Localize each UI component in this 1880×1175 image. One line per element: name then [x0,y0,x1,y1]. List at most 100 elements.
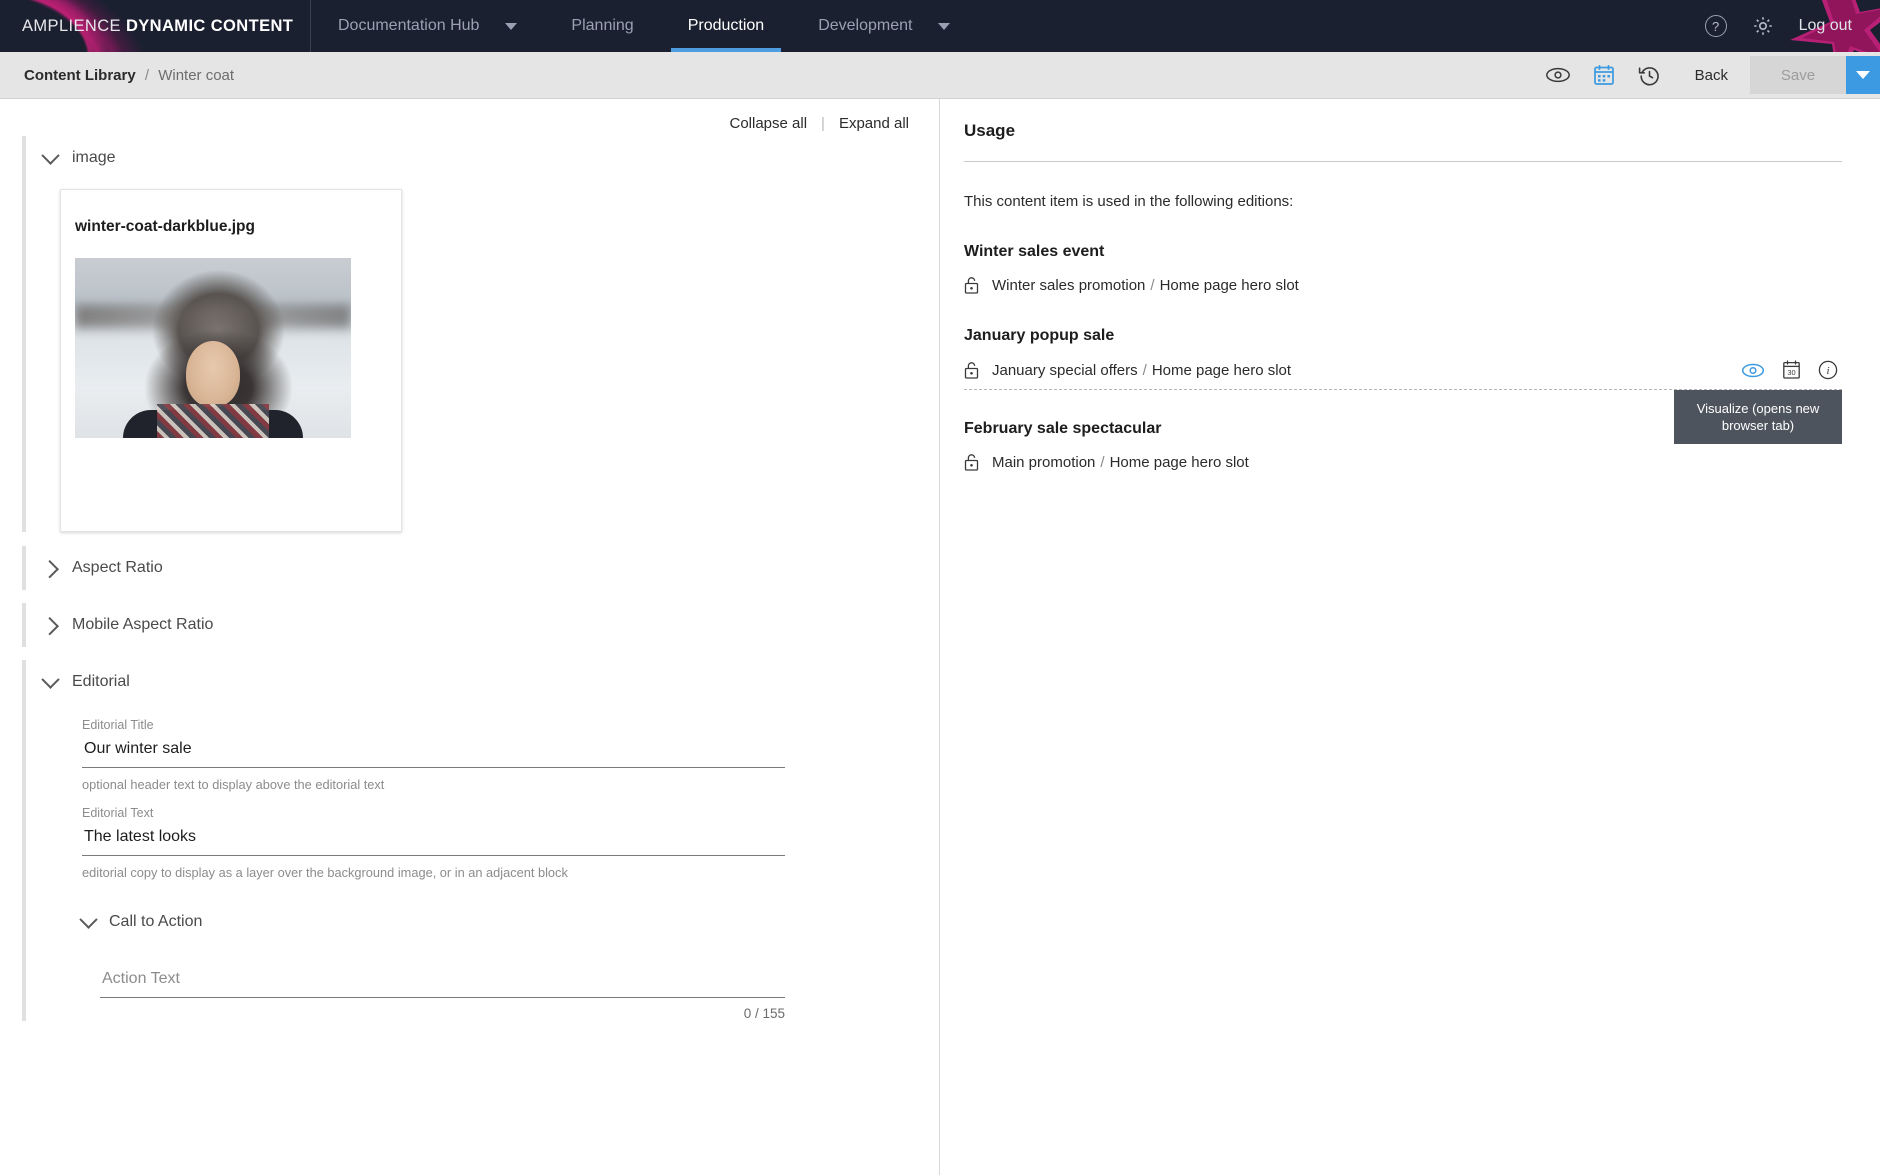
breadcrumb: Content Library / Winter coat [24,67,234,84]
chevron-down-icon [41,669,60,689]
thumbnail-scarf [157,404,269,438]
save-button[interactable]: Save [1750,56,1846,94]
edition-block: Winter sales event Winter sales promotio… [964,243,1842,294]
nav-label-development: Development [818,17,913,34]
back-button[interactable]: Back [1673,67,1750,84]
edition-name: January popup sale [964,327,1115,344]
unlock-icon [964,454,979,471]
brand-amplience: AMPLIENCE [22,16,126,35]
brand-title: AMPLIENCE DYNAMIC CONTENT [22,17,293,36]
edition-slot-edition: Main promotion [992,453,1096,471]
edition-slot-text: January special offers / Home page hero sl… [992,362,1291,379]
svg-text:30: 30 [1787,368,1795,377]
collapse-all-link[interactable]: Collapse all [729,115,807,132]
field-label-editorial-title: Editorial Title [82,718,154,732]
section-editorial-header[interactable]: Editorial [41,660,939,704]
main-nav-items: Documentation Hub Planning Production De… [311,0,977,52]
svg-text:i: i [1826,365,1829,377]
calendar-icon[interactable] [1581,64,1627,86]
chevron-down-icon [41,145,60,165]
field-help-editorial-text: editorial copy to display as a layer ove… [82,865,568,880]
usage-intro-text: This content item is used in the followi… [964,193,1294,210]
nav-item-documentation-hub[interactable]: Documentation Hub [311,0,544,52]
thumbnail-background-band [75,304,351,329]
nav-label-planning: Planning [571,17,634,34]
section-mobile-aspect-ratio-header[interactable]: Mobile Aspect Ratio [40,603,939,647]
usage-title: Usage [964,121,1016,140]
logout-button[interactable]: Log out [1799,17,1852,35]
breadcrumb-separator: / [144,66,150,84]
chevron-down-icon[interactable] [505,22,518,30]
chevron-down-icon [1856,71,1870,79]
section-aspect-ratio: Aspect Ratio [22,546,939,590]
edition-slot-name: Home page hero slot [1109,453,1249,471]
info-icon[interactable]: i [1818,360,1838,380]
unlock-icon [964,362,979,379]
edition-name: Winter sales event [964,243,1105,260]
breadcrumb-current-item: Winter coat [158,66,235,84]
field-label-editorial-text: Editorial Text [82,806,154,820]
slot-separator: / [1100,453,1105,471]
brand-logo[interactable]: AMPLIENCE DYNAMIC CONTENT [0,0,311,52]
editorial-text-input[interactable] [82,826,785,856]
chevron-down-icon[interactable] [938,22,951,30]
breadcrumb-content-library[interactable]: Content Library [24,67,136,84]
edition-slot-row[interactable]: January special offers / Home page hero sl… [964,360,1842,444]
edition-slot-row[interactable]: Main promotion / Home page hero slot [964,453,1842,471]
help-circle-icon[interactable]: ? [1704,15,1727,37]
collapse-expand-controls: Collapse all | Expand all [0,99,939,136]
section-mobile-aspect-ratio-title: Mobile Aspect Ratio [72,616,214,633]
section-aspect-ratio-header[interactable]: Aspect Ratio [40,546,939,590]
section-aspect-ratio-title: Aspect Ratio [72,559,163,576]
edition-slot-edition: Winter sales promotion [992,276,1146,294]
edition-slot-actions: 30 i [1741,360,1838,380]
brand-dynamic-content: DYNAMIC CONTENT [125,16,294,35]
field-help-editorial-title: optional header text to display above th… [82,777,385,792]
chevron-right-icon [40,559,59,578]
section-image: image winter-coat-darkblue.jpg [22,136,939,532]
nav-label-production: Production [687,17,765,34]
visualize-tooltip: Visualize (opens new browser tab) [1674,390,1842,444]
usage-pane: Usage This content item is used in the f… [940,99,1880,1175]
edition-slot-text: Main promotion / Home page hero slot [992,454,1249,471]
image-asset-card[interactable]: winter-coat-darkblue.jpg [60,189,402,532]
action-text-input[interactable] [100,968,785,998]
gear-icon[interactable] [1751,14,1775,38]
subbar-actions: Back Save [1535,52,1880,98]
editorial-title-input[interactable] [82,738,785,768]
topbar-actions: ? Log out [1704,0,1880,52]
preview-eye-icon[interactable] [1535,66,1581,84]
chevron-right-icon [40,616,59,635]
save-dropdown-button[interactable] [1846,56,1880,94]
visualize-eye-icon[interactable] [1741,362,1765,379]
action-text-counter: 0 / 155 [743,1006,785,1021]
section-image-header[interactable]: image [41,136,939,180]
edition-block: January popup sale January special offer… [964,327,1842,444]
nav-item-production[interactable]: Production [661,0,792,52]
section-editorial: Editorial Editorial Title optional heade… [22,660,939,1021]
top-navigation-bar: AMPLIENCE DYNAMIC CONTENT Documentation … [0,0,1880,52]
edition-slot-name: Home page hero slot [1151,361,1292,379]
field-action-text [100,968,785,998]
chevron-down-icon [79,909,98,929]
breadcrumb-bar: Content Library / Winter coat Back Save [0,52,1880,99]
main-content: Collapse all | Expand all image winter-c… [0,99,1880,1175]
nav-item-development[interactable]: Development [791,0,977,52]
section-call-to-action-header[interactable]: Call to Action [79,906,939,938]
slot-separator: / [1142,361,1147,379]
section-editorial-title: Editorial [72,673,130,690]
edition-slot-edition: January special offers [992,361,1138,379]
expand-all-link[interactable]: Expand all [839,115,909,132]
content-form-pane: Collapse all | Expand all image winter-c… [0,99,940,1175]
field-editorial-text: Editorial Text editorial copy to display… [82,806,785,880]
edition-slot-text: Winter sales promotion / Home page hero sl… [992,277,1299,294]
thumbnail-face [186,340,240,407]
unlock-icon [964,277,979,294]
edition-slot-row[interactable]: Winter sales promotion / Home page hero sl… [964,276,1842,294]
slot-separator: / [1150,276,1155,294]
calendar-30-icon[interactable]: 30 [1782,360,1801,380]
history-icon[interactable] [1627,64,1673,87]
nav-item-planning[interactable]: Planning [544,0,660,52]
section-image-title: image [72,149,116,166]
control-divider: | [821,115,825,132]
